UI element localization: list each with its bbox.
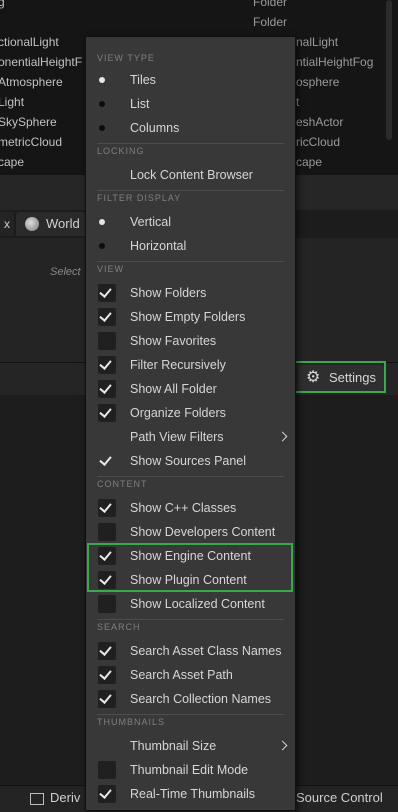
menu-item-show-cpp-classes[interactable]: Show C++ Classes (86, 496, 295, 520)
checkbox[interactable] (98, 332, 116, 350)
menu-item-search-collection-names[interactable]: Search Collection Names (86, 687, 295, 711)
checkbox[interactable] (98, 642, 116, 660)
source-control-button[interactable]: Source Control (296, 785, 383, 811)
checkbox[interactable] (98, 284, 116, 302)
divider (97, 190, 284, 191)
menu-item-horizontal[interactable]: Horizontal (86, 234, 295, 258)
menu-item-show-developers-content[interactable]: Show Developers Content (86, 520, 295, 544)
menu-item-organize-folders[interactable]: Organize Folders (86, 401, 295, 425)
menu-item-thumbnail-edit-mode[interactable]: Thumbnail Edit Mode (86, 758, 295, 782)
checkbox[interactable] (98, 380, 116, 398)
menu-item-search-asset-path[interactable]: Search Asset Path (86, 663, 295, 687)
menu-item-show-empty-folders[interactable]: Show Empty Folders (86, 305, 295, 329)
divider (97, 143, 284, 144)
derived-data-button[interactable]: Deriv (30, 785, 80, 811)
divider (97, 619, 284, 620)
outliner-row[interactable]: g Folder (0, 0, 398, 12)
checkbox[interactable] (98, 761, 116, 779)
menu-item-path-view-filters[interactable]: Path View Filters (86, 425, 295, 449)
checkmark-icon (99, 357, 112, 370)
checkmark-icon (99, 500, 112, 513)
section-thumbnails: THUMBNAILS (97, 717, 166, 727)
section-view: VIEW (97, 264, 125, 274)
checkbox[interactable] (98, 356, 116, 374)
checkmark-icon (99, 285, 112, 298)
menu-item-tiles[interactable]: Tiles (86, 68, 295, 92)
checkmark-icon (99, 381, 112, 394)
checkmark-icon (99, 309, 112, 322)
checkmark-icon (99, 786, 112, 799)
radio-selected-icon (99, 219, 105, 225)
chevron-right-icon (277, 740, 288, 751)
tab-world-label: World (46, 216, 80, 231)
globe-icon (25, 217, 39, 231)
checkbox[interactable] (98, 595, 116, 613)
engine-plugin-highlight (87, 543, 293, 592)
settings-menu: VIEW TYPE Tiles List Columns LOCKING Loc… (85, 36, 296, 811)
checkmark-icon (99, 405, 112, 418)
section-view-type: VIEW TYPE (97, 53, 155, 63)
radio-icon (99, 243, 105, 249)
divider (97, 476, 284, 477)
menu-item-show-sources-panel[interactable]: Show Sources Panel (86, 449, 295, 473)
divider (97, 261, 284, 262)
tab-close-button[interactable]: x (0, 212, 14, 236)
menu-item-realtime-thumbnails[interactable]: Real-Time Thumbnails (86, 782, 295, 806)
derived-data-icon (30, 792, 44, 805)
checkmark-icon (99, 667, 112, 680)
menu-item-search-asset-class-names[interactable]: Search Asset Class Names (86, 639, 295, 663)
section-content: CONTENT (97, 479, 148, 489)
menu-item-show-all-folder[interactable]: Show All Folder (86, 377, 295, 401)
menu-item-lock-content-browser[interactable]: Lock Content Browser (86, 163, 295, 187)
menu-item-show-folders[interactable]: Show Folders (86, 281, 295, 305)
menu-item-show-favorites[interactable]: Show Favorites (86, 329, 295, 353)
radio-icon (99, 125, 105, 131)
divider (97, 714, 284, 715)
checkmark-icon (99, 643, 112, 656)
outliner-row[interactable]: Folder (0, 12, 398, 32)
radio-selected-icon (99, 77, 105, 83)
checkmark-icon (99, 691, 112, 704)
section-search: SEARCH (97, 622, 141, 632)
checkbox[interactable] (98, 308, 116, 326)
radio-icon (99, 101, 105, 107)
menu-item-list[interactable]: List (86, 92, 295, 116)
checkbox[interactable] (98, 690, 116, 708)
checkmark-icon (99, 453, 112, 466)
settings-highlight (294, 361, 386, 393)
section-filter-display: FILTER DISPLAY (97, 193, 182, 203)
outliner-scrollbar[interactable] (386, 0, 392, 140)
checkbox[interactable] (98, 785, 116, 803)
chevron-right-icon (277, 431, 288, 442)
checkbox[interactable] (98, 523, 116, 541)
menu-item-vertical[interactable]: Vertical (86, 210, 295, 234)
details-hint: Select (50, 266, 81, 278)
menu-item-show-localized-content[interactable]: Show Localized Content (86, 592, 295, 616)
menu-item-filter-recursively[interactable]: Filter Recursively (86, 353, 295, 377)
checkbox[interactable] (98, 666, 116, 684)
menu-item-columns[interactable]: Columns (86, 116, 295, 140)
menu-item-thumbnail-size[interactable]: Thumbnail Size (86, 734, 295, 758)
section-locking: LOCKING (97, 146, 145, 156)
tab-world-settings[interactable]: World (16, 212, 86, 236)
checkbox[interactable] (98, 404, 116, 422)
checkbox[interactable] (98, 499, 116, 517)
